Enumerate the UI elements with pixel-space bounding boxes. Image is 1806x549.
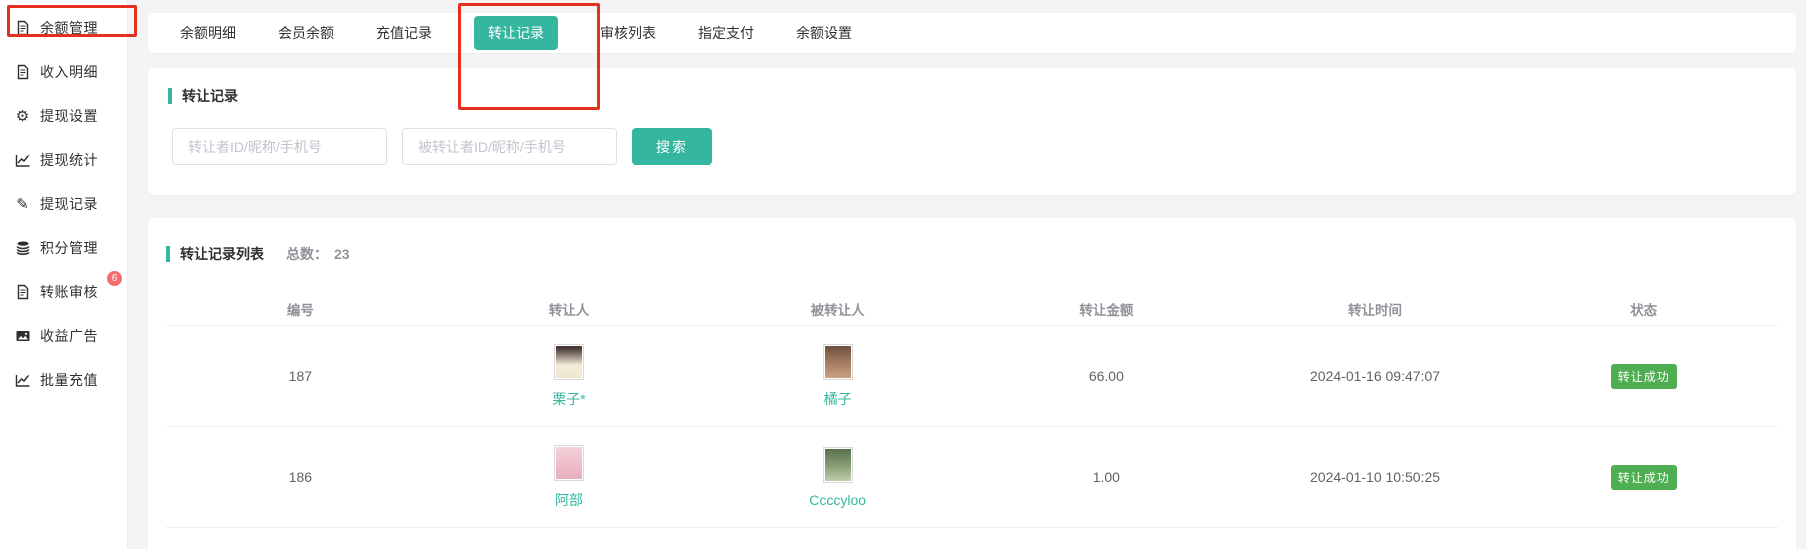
pencil-icon: ✎ (14, 196, 31, 213)
table-header-row: 编号 转让人 被转让人 转让金额 转让时间 状态 (166, 292, 1778, 326)
cell-amount: 1.00 (972, 469, 1241, 485)
line-chart-icon (14, 152, 31, 169)
to-user-cell: Ccccyloo (703, 447, 972, 508)
col-header-status: 状态 (1509, 299, 1778, 319)
cell-id: 186 (166, 469, 435, 485)
sidebar-item-balance-management[interactable]: 余额管理 (0, 6, 127, 50)
tab-review-list[interactable]: 审核列表 (600, 23, 656, 43)
status-badge: 转让成功 (1611, 364, 1677, 389)
from-user-search-input[interactable] (172, 128, 387, 165)
image-icon (14, 328, 31, 345)
sidebar-item-label: 提现统计 (40, 150, 98, 170)
sidebar-item-label: 提现记录 (40, 194, 98, 214)
tab-recharge-records[interactable]: 充值记录 (376, 23, 432, 43)
avatar[interactable] (823, 447, 853, 483)
col-header-id: 编号 (166, 299, 435, 319)
to-user-link[interactable]: Ccccyloo (809, 492, 866, 508)
to-user-link[interactable]: 橘子 (824, 389, 852, 409)
cell-id: 187 (166, 368, 435, 384)
table-row: 187 栗子* 橘子 66.00 2024-01-16 09:47:07 转让成… (166, 326, 1778, 427)
gear-icon: ⚙ (14, 108, 31, 125)
cell-time: 2024-01-16 09:47:07 (1241, 368, 1510, 384)
document-icon (14, 284, 31, 301)
total-count: 总数： 23 (286, 244, 350, 264)
from-user-link[interactable]: 阿部 (555, 490, 583, 510)
to-user-cell: 橘子 (703, 344, 972, 409)
sidebar-item-withdraw-settings[interactable]: ⚙ 提现设置 (0, 94, 127, 138)
table-row: 186 阿部 Ccccyloo 1.00 2024-01-10 10:50:25… (166, 427, 1778, 528)
section-title: 转让记录 (168, 86, 1776, 106)
tab-designated-payment[interactable]: 指定支付 (698, 23, 754, 43)
sidebar-item-label: 提现设置 (40, 106, 98, 126)
document-icon (14, 64, 31, 81)
document-icon (14, 20, 31, 37)
avatar[interactable] (823, 344, 853, 380)
col-header-time: 转让时间 (1241, 299, 1510, 319)
from-user-cell: 栗子* (435, 344, 704, 409)
tab-transfer-records[interactable]: 转让记录 (474, 16, 558, 50)
sidebar-item-label: 余额管理 (40, 18, 98, 38)
tab-balance-detail[interactable]: 余额明细 (180, 23, 236, 43)
from-user-link[interactable]: 栗子* (552, 389, 585, 409)
tab-bar: 余额明细 会员余额 充值记录 转让记录 审核列表 指定支付 余额设置 (148, 13, 1796, 53)
sidebar-item-label: 转账审核 (40, 282, 98, 302)
cell-amount: 66.00 (972, 368, 1241, 384)
col-header-to: 被转让人 (703, 299, 972, 319)
sidebar-item-batch-recharge[interactable]: 批量充值 (0, 358, 127, 402)
list-title: 转让记录列表 (166, 244, 264, 264)
line-chart-icon (14, 372, 31, 389)
sidebar-item-transfer-review[interactable]: 转账审核 6 (0, 270, 127, 314)
total-value: 23 (334, 246, 350, 262)
from-user-cell: 阿部 (435, 445, 704, 510)
search-row: 搜索 (168, 128, 1776, 165)
sidebar-item-label: 批量充值 (40, 370, 98, 390)
search-button[interactable]: 搜索 (632, 128, 712, 165)
avatar[interactable] (554, 344, 584, 380)
col-header-amount: 转让金额 (972, 299, 1241, 319)
sidebar-item-withdraw-records[interactable]: ✎ 提现记录 (0, 182, 127, 226)
sidebar-item-label: 收益广告 (40, 326, 98, 346)
sidebar-item-income-detail[interactable]: 收入明细 (0, 50, 127, 94)
status-badge: 转让成功 (1611, 465, 1677, 490)
sidebar-item-withdraw-stats[interactable]: 提现统计 (0, 138, 127, 182)
total-label: 总数： (286, 246, 328, 262)
avatar[interactable] (554, 445, 584, 481)
cell-time: 2024-01-10 10:50:25 (1241, 469, 1510, 485)
sidebar-item-label: 积分管理 (40, 238, 98, 258)
sidebar-item-revenue-ads[interactable]: 收益广告 (0, 314, 127, 358)
list-header: 转让记录列表 总数： 23 (166, 244, 1778, 264)
search-section: 转让记录 搜索 (148, 68, 1796, 195)
transfer-table: 编号 转让人 被转让人 转让金额 转让时间 状态 187 栗子* (166, 292, 1778, 528)
transfer-record-list-section: 转让记录列表 总数： 23 编号 转让人 被转让人 转让金额 转让时间 状态 18… (148, 218, 1796, 549)
sidebar-item-label: 收入明细 (40, 62, 98, 82)
sidebar: 余额管理 收入明细 ⚙ 提现设置 提现统计 ✎ 提现记录 积分管理 转账审核 6 (0, 0, 128, 549)
sidebar-item-points-management[interactable]: 积分管理 (0, 226, 127, 270)
tab-balance-settings[interactable]: 余额设置 (796, 23, 852, 43)
tab-member-balance[interactable]: 会员余额 (278, 23, 334, 43)
notification-badge: 6 (106, 270, 123, 287)
main-content: 余额明细 会员余额 充值记录 转让记录 审核列表 指定支付 余额设置 转让记录 … (148, 0, 1796, 549)
col-header-from: 转让人 (435, 299, 704, 319)
database-icon (14, 240, 31, 257)
to-user-search-input[interactable] (402, 128, 617, 165)
